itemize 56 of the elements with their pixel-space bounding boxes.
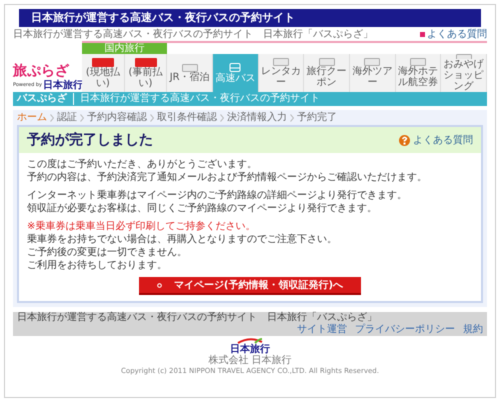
warning-text: ※乗車券は乗車当日必ず印刷してご持参ください。	[27, 220, 256, 233]
nav-tab[interactable]: JR・宿泊	[167, 54, 213, 92]
nav-tab[interactable]: 海外ホテル航空券	[396, 54, 442, 92]
footer-logo: 日本旅行	[230, 344, 270, 355]
footer-link[interactable]: プライバシーポリシー	[355, 324, 455, 336]
mypage-button[interactable]: マイページ(予約情報・領収証発行)へ	[138, 277, 362, 295]
swoosh-icon	[237, 338, 263, 344]
nav-tab[interactable]: (事前払い)	[124, 54, 168, 92]
site-description: 日本旅行が運営する高速バス・夜行バスの予約サイト	[73, 93, 320, 105]
nav-tab[interactable]: 旅行クーポン	[304, 54, 350, 92]
ticket-icon	[410, 58, 426, 66]
ticket-icon	[182, 64, 198, 72]
body-text: ご利用をお待ちしております。	[27, 259, 168, 272]
badge-icon	[134, 58, 156, 66]
breadcrumb-item: 決済情報入力	[227, 111, 287, 124]
circle-icon	[156, 282, 162, 288]
bus-icon	[229, 62, 242, 72]
tagline: 日本旅行が運営する高速バス・夜行バスの予約サイト 日本旅行「バスぷらざ」	[13, 28, 373, 41]
site-name: バスぷらざ	[17, 93, 67, 105]
breadcrumb-item: 予約完了	[297, 111, 337, 124]
company-name: 株式会社 日本旅行	[208, 355, 292, 367]
help-icon	[399, 134, 410, 146]
ticket-icon	[273, 58, 289, 66]
ticket-icon	[318, 58, 335, 66]
logo: 旅ぷらざ	[13, 63, 70, 80]
chevron-icon	[290, 114, 294, 122]
body-text: ご予約後の変更は一切できません。	[27, 246, 188, 259]
badge-icon	[92, 58, 114, 66]
breadcrumb-item: 予約内容確認	[87, 111, 147, 124]
square-icon	[420, 32, 425, 37]
footer-text: 日本旅行が運営する高速バス・夜行バスの予約サイト 日本旅行「バスぷらざ」	[17, 312, 377, 324]
body-text: 領収証が必要なお客様は、同じくご予約路線のマイページより発行できます。	[27, 202, 378, 215]
breadcrumb-item: 認証	[57, 111, 77, 124]
site-title: 日本旅行が運営する高速バス・夜行バスの予約サイト	[31, 11, 295, 25]
body-text: 乗車券をお持ちでない場合は、再購入となりますのでご注意下さい。	[27, 233, 338, 246]
faq-link[interactable]: よくある質問	[420, 28, 487, 41]
body-text: 予約の内容は、予約決済完了通知メールおよび予約情報ページからご確認いただけます。	[27, 171, 428, 184]
chevron-icon	[50, 114, 54, 122]
nav-tab[interactable]: 海外ツアー	[350, 54, 396, 92]
nav-tab[interactable]: おみやげショッピング	[441, 54, 488, 92]
chevron-icon	[150, 114, 154, 122]
ticket-icon	[364, 58, 380, 66]
ticket-icon	[456, 54, 472, 59]
nav-tab[interactable]: レンタカー	[258, 54, 304, 92]
body-text: この度はご予約いただき、ありがとうございます。	[27, 158, 258, 171]
chevron-icon	[220, 114, 224, 122]
footer-link[interactable]: サイト運営	[297, 324, 347, 336]
footer-link[interactable]: 規約	[463, 324, 483, 336]
faq-link[interactable]: よくある質問	[399, 132, 473, 148]
chevron-icon	[80, 114, 84, 122]
page-heading: 予約が完了しました	[27, 130, 153, 150]
nav-group-label: 国内旅行	[82, 43, 168, 54]
logo-brand: 日本旅行	[42, 80, 83, 92]
body-text: インターネット乗車券はマイページ内のご予約路線の詳細ページより発行できます。	[27, 189, 408, 202]
nav-tab[interactable]: (現地払い)	[82, 54, 125, 92]
breadcrumb-item: 取引条件確認	[157, 111, 217, 124]
